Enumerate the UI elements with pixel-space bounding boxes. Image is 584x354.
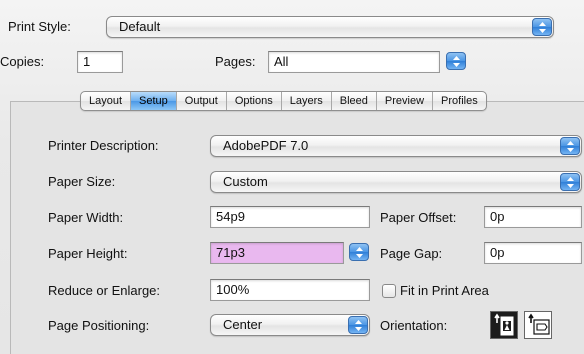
pages-popup-button[interactable] [446, 52, 466, 70]
page-positioning-popup[interactable]: Center [210, 314, 370, 336]
print-dialog: Print Style: Default Copies: 1 Pages: Al… [0, 0, 584, 354]
orientation-landscape-button[interactable] [524, 311, 552, 339]
paper-width-field[interactable]: 54p9 [210, 206, 370, 228]
reduce-enlarge-label: Reduce or Enlarge: [48, 283, 161, 298]
tab-layers[interactable]: Layers [282, 92, 332, 110]
updown-arrows-icon [560, 173, 580, 191]
updown-arrows-icon [348, 316, 368, 334]
page-positioning-label: Page Positioning: [48, 318, 150, 333]
paper-offset-field[interactable]: 0p [484, 206, 582, 228]
tab-output[interactable]: Output [177, 92, 227, 110]
tab-preview[interactable]: Preview [377, 92, 434, 110]
printer-description-label: Printer Description: [48, 138, 159, 153]
copies-field[interactable]: 1 [77, 51, 123, 73]
print-style-value: Default [119, 19, 161, 34]
tab-setup[interactable]: Setup [131, 92, 177, 110]
orientation-label: Orientation: [380, 318, 448, 333]
updown-arrows-icon [356, 247, 363, 258]
tab-bleed[interactable]: Bleed [332, 92, 377, 110]
orientation-portrait-button[interactable] [490, 311, 518, 339]
tab-bar: Layout Setup Output Options Layers Bleed… [80, 91, 487, 111]
updown-arrows-icon [453, 56, 460, 67]
reduce-enlarge-field[interactable]: 100% [210, 279, 370, 301]
tab-layout[interactable]: Layout [81, 92, 132, 110]
paper-height-label: Paper Height: [48, 246, 128, 261]
paper-height-stepper[interactable] [349, 243, 369, 261]
print-style-popup[interactable]: Default [106, 16, 554, 38]
paper-size-label: Paper Size: [48, 174, 116, 189]
print-style-label: Print Style: [8, 19, 71, 34]
updown-arrows-icon [560, 137, 580, 155]
portrait-page-icon [494, 313, 514, 336]
page-gap-field[interactable]: 0p [484, 242, 582, 264]
paper-height-field[interactable]: 71p3 [210, 242, 344, 264]
copies-label: Copies: [0, 54, 45, 69]
paper-size-popup[interactable]: Custom [210, 171, 582, 193]
page-positioning-value: Center [223, 317, 263, 332]
landscape-page-icon [528, 313, 550, 335]
page-gap-label: Page Gap: [380, 246, 443, 261]
paper-offset-label: Paper Offset: [380, 210, 457, 225]
fit-in-print-area-label: Fit in Print Area [400, 283, 489, 298]
updown-arrows-icon [532, 18, 552, 36]
printer-description-popup[interactable]: AdobePDF 7.0 [210, 135, 582, 157]
printer-description-value: AdobePDF 7.0 [223, 138, 309, 153]
fit-in-print-area-checkbox[interactable] [382, 284, 396, 298]
tab-options[interactable]: Options [227, 92, 282, 110]
tab-profiles[interactable]: Profiles [433, 92, 486, 110]
pages-label: Pages: [215, 54, 256, 69]
pages-field[interactable]: All [268, 51, 440, 73]
paper-size-value: Custom [223, 174, 268, 189]
paper-width-label: Paper Width: [48, 210, 124, 225]
